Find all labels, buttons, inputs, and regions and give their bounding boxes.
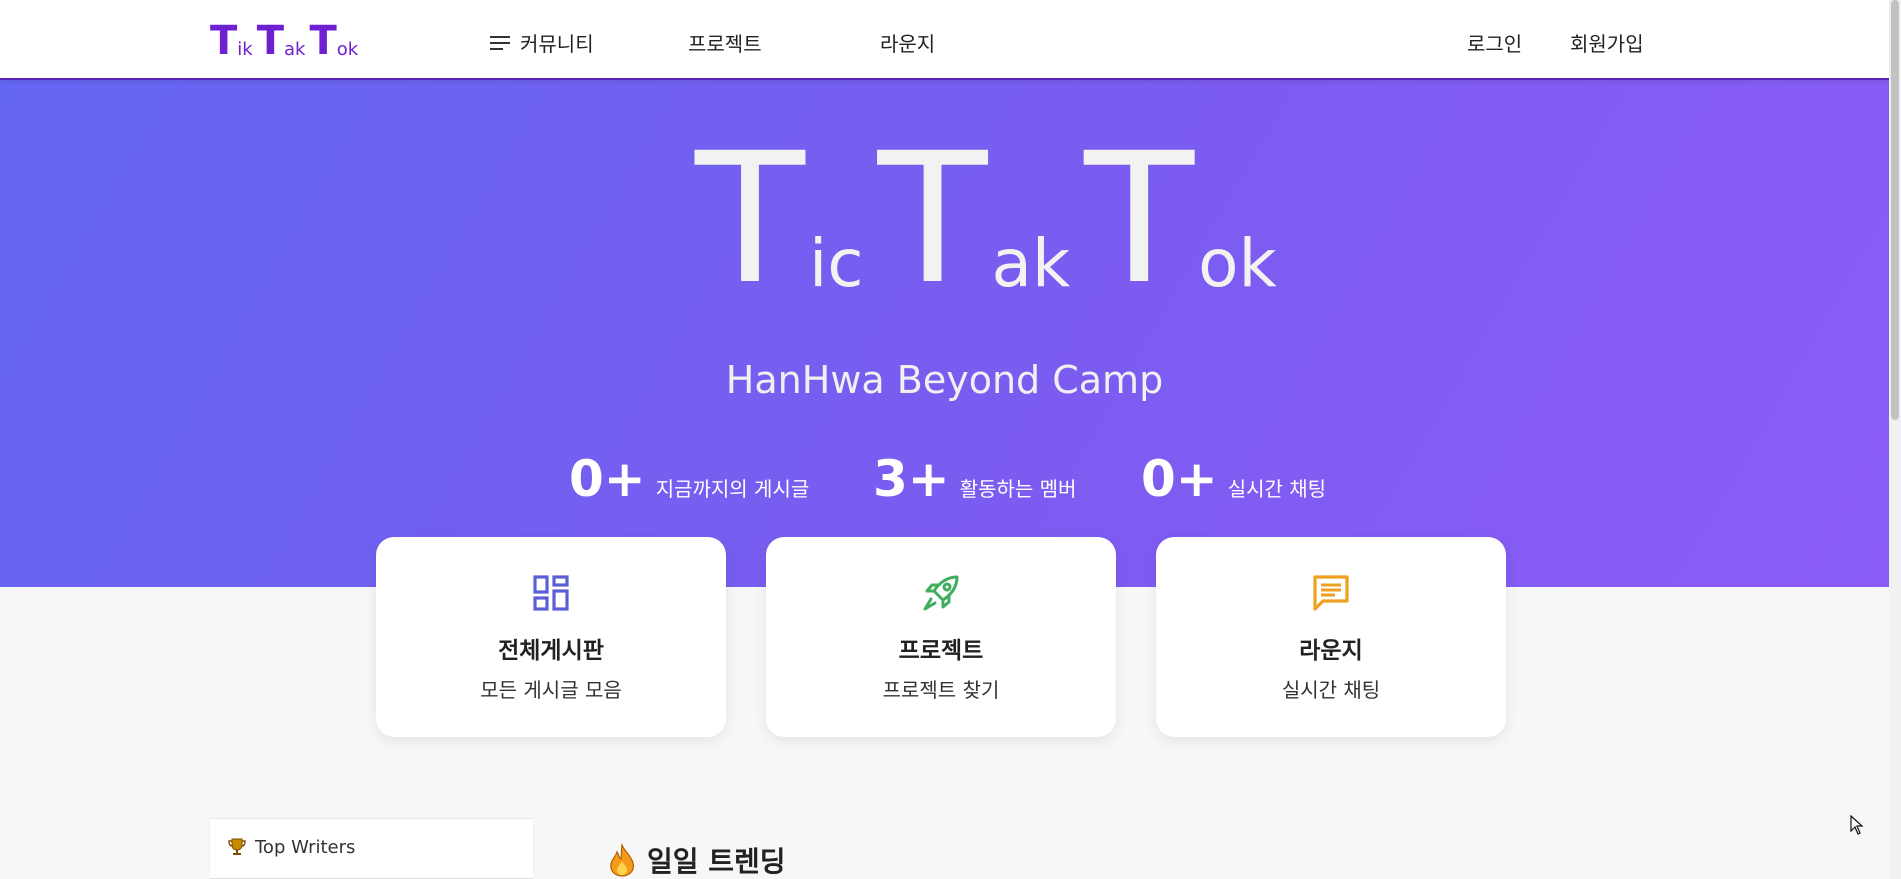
top-navbar: T ik T ak T ok 커뮤니티 프로젝트 라운지 로그인 회원가입 <box>0 0 1889 80</box>
stat-posts: 0+ 지금까지의 게시글 <box>569 450 809 508</box>
hero-title-letter: T <box>1084 115 1195 324</box>
stat-number: 3+ <box>873 450 950 508</box>
dashboard-icon <box>533 575 569 611</box>
stat-label: 지금까지의 게시글 <box>655 477 810 501</box>
hero-title-letter: ic <box>808 225 864 302</box>
logo[interactable]: T ik T ak T ok <box>210 18 362 64</box>
page-scrollbar[interactable] <box>1889 0 1901 879</box>
nav-community[interactable]: 커뮤니티 <box>490 28 594 57</box>
menu-icon <box>490 35 510 51</box>
logo-letter: ik <box>237 39 253 60</box>
logo-letter: ak <box>284 39 306 60</box>
trophy-icon <box>228 838 246 855</box>
card-desc: 모든 게시글 모음 <box>480 678 622 702</box>
daily-trending-header: 일일 트렌딩 <box>607 840 786 879</box>
stat-number: 0+ <box>569 450 646 508</box>
top-writers-label: Top Writers <box>255 837 356 858</box>
nav-project[interactable]: 프로젝트 <box>688 28 762 57</box>
card-title: 프로젝트 <box>898 638 984 664</box>
chat-icon <box>1313 575 1349 611</box>
hero-title-letter: ok <box>1198 225 1277 302</box>
signup-link[interactable]: 회원가입 <box>1570 28 1644 57</box>
rocket-icon <box>923 575 959 611</box>
hero-title-letter: T <box>877 115 988 324</box>
stat-number: 0+ <box>1141 450 1218 508</box>
top-writers-panel: Top Writers <box>210 818 533 879</box>
hero-title-letter: ak <box>991 225 1071 302</box>
logo-letter: ok <box>336 39 359 60</box>
card-desc: 실시간 채팅 <box>1281 678 1381 702</box>
hero-section: T ic T ak T ok HanHwa Beyond Camp 0+ 지금까… <box>0 80 1889 587</box>
card-title: 라운지 <box>1299 638 1363 664</box>
scrollbar-thumb[interactable] <box>1891 0 1899 420</box>
daily-trending-title: 일일 트렌딩 <box>647 845 786 878</box>
login-link[interactable]: 로그인 <box>1467 28 1522 57</box>
card-all-board[interactable]: 전체게시판 모든 게시글 모음 <box>376 537 726 737</box>
nav-community-label: 커뮤니티 <box>520 32 594 56</box>
nav-lounge-label: 라운지 <box>880 32 936 56</box>
card-lounge[interactable]: 라운지 실시간 채팅 <box>1156 537 1506 737</box>
logo-letter: T <box>210 18 238 64</box>
mouse-cursor-icon <box>1850 815 1864 835</box>
card-project[interactable]: 프로젝트 프로젝트 찾기 <box>766 537 1116 737</box>
stat-chats: 0+ 실시간 채팅 <box>1141 450 1326 508</box>
hero-subtitle: HanHwa Beyond Camp <box>725 358 1164 402</box>
stat-label: 활동하는 멤버 <box>959 477 1077 501</box>
hero-title-letter: T <box>695 115 805 324</box>
nav-lounge[interactable]: 라운지 <box>880 28 935 57</box>
nav-project-label: 프로젝트 <box>688 32 762 56</box>
stat-members: 3+ 활동하는 멤버 <box>873 450 1076 508</box>
stat-label: 실시간 채팅 <box>1227 477 1327 501</box>
card-desc: 프로젝트 찾기 <box>882 678 1000 702</box>
logo-letter: T <box>309 18 337 64</box>
logo-letter: T <box>256 18 285 64</box>
fire-icon <box>610 843 634 877</box>
hero-title: T ic T ak T ok <box>695 115 1291 324</box>
card-title: 전체게시판 <box>498 638 604 664</box>
